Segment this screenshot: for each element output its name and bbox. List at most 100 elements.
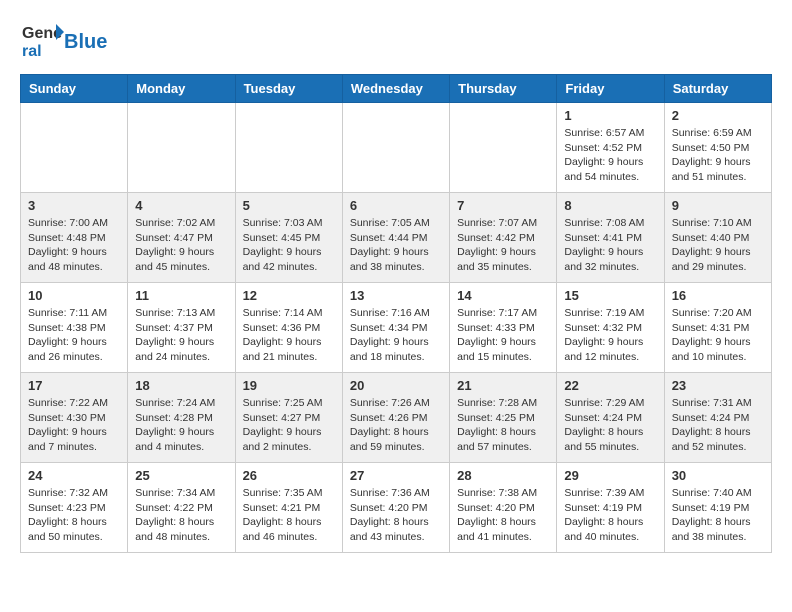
day-number: 21 [457,378,549,393]
day-info: Sunrise: 7:25 AM Sunset: 4:27 PM Dayligh… [243,396,335,455]
day-number: 13 [350,288,442,303]
day-number: 5 [243,198,335,213]
day-info: Sunrise: 7:40 AM Sunset: 4:19 PM Dayligh… [672,486,764,545]
day-info: Sunrise: 7:14 AM Sunset: 4:36 PM Dayligh… [243,306,335,365]
day-info: Sunrise: 6:57 AM Sunset: 4:52 PM Dayligh… [564,126,656,185]
calendar-cell: 28 Sunrise: 7:38 AM Sunset: 4:20 PM Dayli… [450,463,557,553]
day-number: 10 [28,288,120,303]
calendar-cell [450,103,557,193]
day-number: 8 [564,198,656,213]
calendar-cell: 22 Sunrise: 7:29 AM Sunset: 4:24 PM Dayli… [557,373,664,463]
day-info: Sunrise: 7:19 AM Sunset: 4:32 PM Dayligh… [564,306,656,365]
calendar-cell: 7 Sunrise: 7:07 AM Sunset: 4:42 PM Daylig… [450,193,557,283]
logo: Gene ral Blue [20,20,107,64]
day-info: Sunrise: 7:32 AM Sunset: 4:23 PM Dayligh… [28,486,120,545]
calendar-cell: 25 Sunrise: 7:34 AM Sunset: 4:22 PM Dayli… [128,463,235,553]
day-info: Sunrise: 7:28 AM Sunset: 4:25 PM Dayligh… [457,396,549,455]
day-info: Sunrise: 6:59 AM Sunset: 4:50 PM Dayligh… [672,126,764,185]
calendar-cell: 2 Sunrise: 6:59 AM Sunset: 4:50 PM Daylig… [664,103,771,193]
calendar-header-row: SundayMondayTuesdayWednesdayThursdayFrid… [21,75,772,103]
day-info: Sunrise: 7:35 AM Sunset: 4:21 PM Dayligh… [243,486,335,545]
day-number: 26 [243,468,335,483]
calendar-cell: 3 Sunrise: 7:00 AM Sunset: 4:48 PM Daylig… [21,193,128,283]
day-number: 24 [28,468,120,483]
day-info: Sunrise: 7:16 AM Sunset: 4:34 PM Dayligh… [350,306,442,365]
calendar-cell: 4 Sunrise: 7:02 AM Sunset: 4:47 PM Daylig… [128,193,235,283]
day-number: 2 [672,108,764,123]
calendar-cell: 10Sunrise: 7:11 AM Sunset: 4:38 PM Dayli… [21,283,128,373]
calendar-cell: 1 Sunrise: 6:57 AM Sunset: 4:52 PM Daylig… [557,103,664,193]
day-number: 3 [28,198,120,213]
day-info: Sunrise: 7:29 AM Sunset: 4:24 PM Dayligh… [564,396,656,455]
calendar-cell: 19 Sunrise: 7:25 AM Sunset: 4:27 PM Dayli… [235,373,342,463]
calendar-week-row: 17Sunrise: 7:22 AM Sunset: 4:30 PM Dayli… [21,373,772,463]
day-number: 27 [350,468,442,483]
weekday-header-wednesday: Wednesday [342,75,449,103]
day-info: Sunrise: 7:02 AM Sunset: 4:47 PM Dayligh… [135,216,227,275]
day-info: Sunrise: 7:05 AM Sunset: 4:44 PM Dayligh… [350,216,442,275]
day-info: Sunrise: 7:08 AM Sunset: 4:41 PM Dayligh… [564,216,656,275]
calendar-cell: 12Sunrise: 7:14 AM Sunset: 4:36 PM Dayli… [235,283,342,373]
calendar-cell: 27 Sunrise: 7:36 AM Sunset: 4:20 PM Dayli… [342,463,449,553]
calendar-table: SundayMondayTuesdayWednesdayThursdayFrid… [20,74,772,553]
day-info: Sunrise: 7:26 AM Sunset: 4:26 PM Dayligh… [350,396,442,455]
day-info: Sunrise: 7:36 AM Sunset: 4:20 PM Dayligh… [350,486,442,545]
calendar-cell: 9 Sunrise: 7:10 AM Sunset: 4:40 PM Daylig… [664,193,771,283]
day-info: Sunrise: 7:00 AM Sunset: 4:48 PM Dayligh… [28,216,120,275]
calendar-cell: 13 Sunrise: 7:16 AM Sunset: 4:34 PM Dayli… [342,283,449,373]
day-number: 29 [564,468,656,483]
day-number: 20 [350,378,442,393]
weekday-header-thursday: Thursday [450,75,557,103]
calendar-week-row: 10Sunrise: 7:11 AM Sunset: 4:38 PM Dayli… [21,283,772,373]
day-number: 11 [135,288,227,303]
logo-blue-text: Blue [64,31,107,54]
calendar-cell: 15 Sunrise: 7:19 AM Sunset: 4:32 PM Dayli… [557,283,664,373]
day-number: 19 [243,378,335,393]
day-number: 1 [564,108,656,123]
day-number: 23 [672,378,764,393]
day-number: 4 [135,198,227,213]
calendar-cell: 14 Sunrise: 7:17 AM Sunset: 4:33 PM Dayli… [450,283,557,373]
day-number: 9 [672,198,764,213]
day-info: Sunrise: 7:03 AM Sunset: 4:45 PM Dayligh… [243,216,335,275]
calendar-cell: 18Sunrise: 7:24 AM Sunset: 4:28 PM Dayli… [128,373,235,463]
day-number: 14 [457,288,549,303]
day-info: Sunrise: 7:22 AM Sunset: 4:30 PM Dayligh… [28,396,120,455]
day-number: 15 [564,288,656,303]
day-info: Sunrise: 7:39 AM Sunset: 4:19 PM Dayligh… [564,486,656,545]
day-info: Sunrise: 7:07 AM Sunset: 4:42 PM Dayligh… [457,216,549,275]
day-info: Sunrise: 7:20 AM Sunset: 4:31 PM Dayligh… [672,306,764,365]
calendar-cell: 11Sunrise: 7:13 AM Sunset: 4:37 PM Dayli… [128,283,235,373]
svg-text:ral: ral [22,43,42,60]
day-number: 22 [564,378,656,393]
day-number: 16 [672,288,764,303]
day-number: 28 [457,468,549,483]
calendar-week-row: 1 Sunrise: 6:57 AM Sunset: 4:52 PM Daylig… [21,103,772,193]
day-number: 25 [135,468,227,483]
calendar-week-row: 3 Sunrise: 7:00 AM Sunset: 4:48 PM Daylig… [21,193,772,283]
calendar-cell [235,103,342,193]
day-number: 7 [457,198,549,213]
calendar-cell: 20 Sunrise: 7:26 AM Sunset: 4:26 PM Dayli… [342,373,449,463]
calendar-cell: 30 Sunrise: 7:40 AM Sunset: 4:19 PM Dayli… [664,463,771,553]
weekday-header-saturday: Saturday [664,75,771,103]
page-header: Gene ral Blue [20,20,772,64]
day-number: 30 [672,468,764,483]
calendar-cell [21,103,128,193]
calendar-cell: 24 Sunrise: 7:32 AM Sunset: 4:23 PM Dayli… [21,463,128,553]
weekday-header-friday: Friday [557,75,664,103]
calendar-cell: 8 Sunrise: 7:08 AM Sunset: 4:41 PM Daylig… [557,193,664,283]
calendar-cell [128,103,235,193]
weekday-header-tuesday: Tuesday [235,75,342,103]
day-info: Sunrise: 7:38 AM Sunset: 4:20 PM Dayligh… [457,486,549,545]
calendar-cell: 29 Sunrise: 7:39 AM Sunset: 4:19 PM Dayli… [557,463,664,553]
calendar-cell: 21 Sunrise: 7:28 AM Sunset: 4:25 PM Dayli… [450,373,557,463]
day-info: Sunrise: 7:10 AM Sunset: 4:40 PM Dayligh… [672,216,764,275]
day-info: Sunrise: 7:17 AM Sunset: 4:33 PM Dayligh… [457,306,549,365]
day-number: 18 [135,378,227,393]
calendar-cell: 26 Sunrise: 7:35 AM Sunset: 4:21 PM Dayli… [235,463,342,553]
calendar-cell: 6Sunrise: 7:05 AM Sunset: 4:44 PM Daylig… [342,193,449,283]
day-info: Sunrise: 7:34 AM Sunset: 4:22 PM Dayligh… [135,486,227,545]
calendar-week-row: 24 Sunrise: 7:32 AM Sunset: 4:23 PM Dayli… [21,463,772,553]
calendar-cell: 5 Sunrise: 7:03 AM Sunset: 4:45 PM Daylig… [235,193,342,283]
